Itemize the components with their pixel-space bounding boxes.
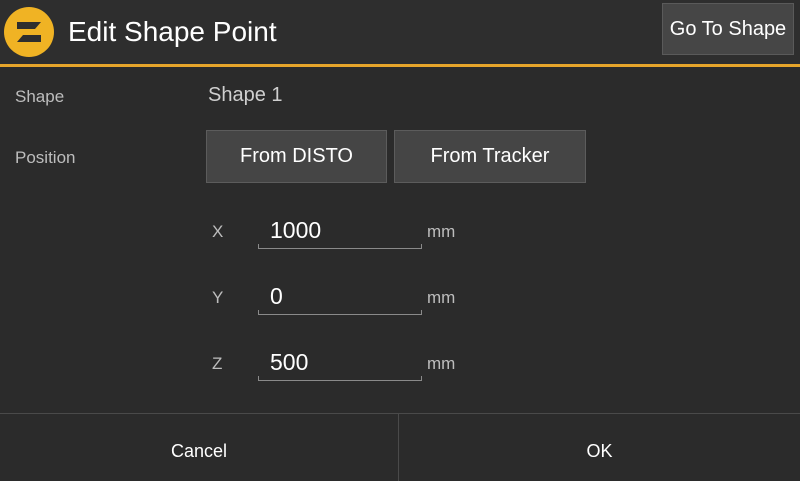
go-to-shape-button[interactable]: Go To Shape	[662, 3, 794, 55]
edit-shape-point-dialog: Edit Shape Point Go To Shape Shape Shape…	[0, 0, 800, 481]
cancel-button[interactable]: Cancel	[0, 414, 398, 481]
z-unit-label: mm	[427, 354, 456, 373]
y-coordinate-value: 0	[270, 283, 283, 309]
x-coordinate-input[interactable]: 1000	[258, 215, 422, 249]
z-coordinate-value: 500	[270, 349, 309, 375]
app-logo-icon	[4, 7, 54, 57]
y-coordinate-input[interactable]: 0	[258, 281, 422, 315]
shape-label: Shape	[15, 87, 65, 106]
header-accent-divider	[0, 64, 800, 67]
z-coordinate-input[interactable]: 500	[258, 347, 422, 381]
position-label: Position	[15, 148, 76, 167]
y-unit-label: mm	[427, 288, 456, 307]
dialog-header: Edit Shape Point Go To Shape	[0, 0, 800, 64]
ok-button[interactable]: OK	[399, 414, 800, 481]
dialog-title: Edit Shape Point	[68, 16, 277, 47]
z-axis-label: Z	[212, 354, 223, 373]
from-disto-button[interactable]: From DISTO	[206, 130, 387, 183]
x-unit-label: mm	[427, 222, 456, 241]
shape-value: Shape 1	[208, 84, 283, 106]
from-tracker-button[interactable]: From Tracker	[394, 130, 586, 183]
x-coordinate-value: 1000	[270, 217, 322, 243]
x-axis-label: X	[212, 222, 224, 241]
y-axis-label: Y	[212, 288, 224, 307]
